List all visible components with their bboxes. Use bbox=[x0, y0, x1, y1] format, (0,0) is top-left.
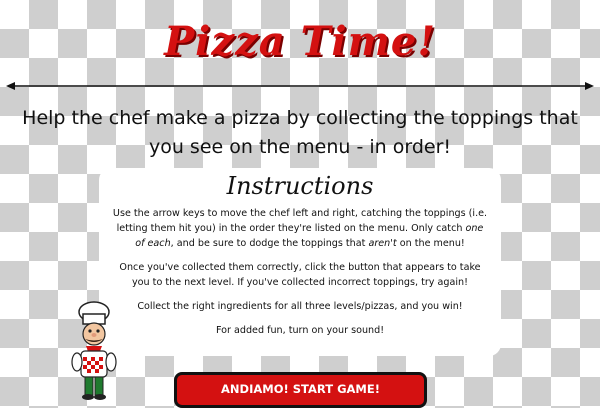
description-line-1: Help the chef make a pizza by collecting… bbox=[22, 107, 578, 129]
instructions-card: Instructions Use the arrow keys to move … bbox=[99, 168, 501, 356]
start-game-button[interactable]: ANDIAMO! START GAME! bbox=[174, 372, 427, 408]
chef-character-icon bbox=[71, 301, 117, 400]
instructions-paragraph-sound: For added fun, turn on your sound! bbox=[215, 325, 385, 336]
instructions-heading: Instructions bbox=[226, 172, 374, 200]
instructions-paragraph-win: Collect the right ingredients for all th… bbox=[137, 301, 463, 312]
game-description: Help the chef make a pizza by collecting… bbox=[10, 104, 590, 162]
instructions-paragraph-controls: Use the arrow keys to move the chef left… bbox=[112, 208, 488, 249]
description-line-2: you see on the menu - in order! bbox=[148, 136, 452, 158]
title-divider bbox=[6, 82, 594, 90]
page-title: Pizza Time! bbox=[164, 18, 436, 65]
instructions-paragraph-next-level: Once you've collected them correctly, cl… bbox=[119, 262, 481, 288]
